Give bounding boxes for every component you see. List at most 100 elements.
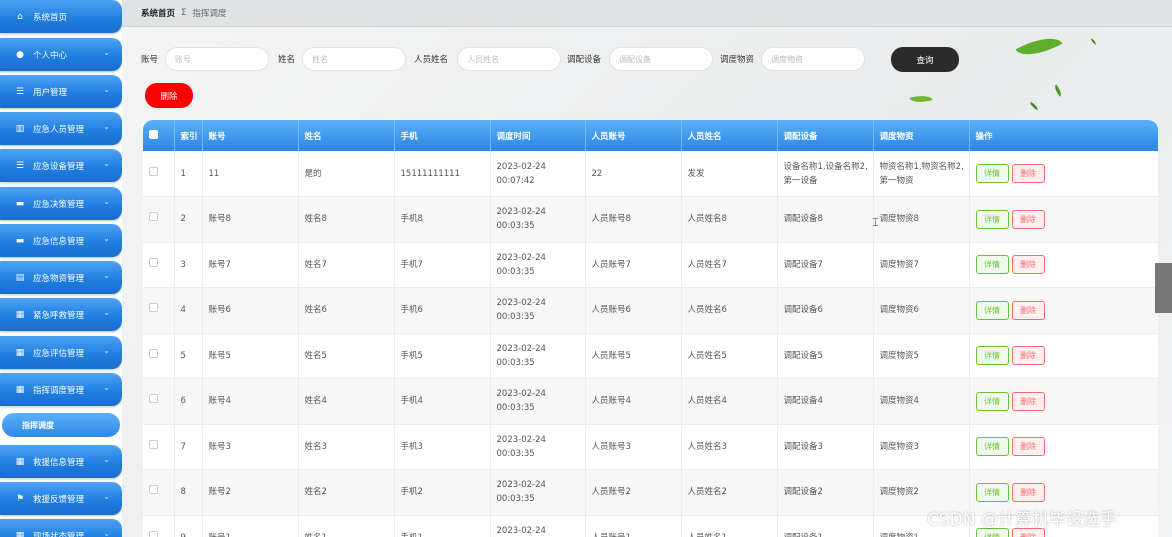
cell-index: 9	[174, 515, 203, 537]
batch-delete-button[interactable]: 删除	[145, 83, 193, 108]
row-checkbox[interactable]	[143, 378, 175, 425]
sidebar-item-8[interactable]: ▦ 紧急呼救管理 ⌄	[0, 298, 122, 331]
detail-button[interactable]: 详情	[975, 482, 1009, 502]
cell-account: 11	[202, 151, 299, 197]
home-icon: ⌂	[17, 11, 23, 22]
table-row: 2 账号8 姓名8 手机8 2023-02-24 00:03:35 人员账号8 人员姓名8 调…	[143, 196, 1158, 243]
cell-account: 账号2	[202, 469, 299, 516]
row-delete-button[interactable]: 删除	[1011, 482, 1045, 502]
cell-supplies: 调度物资4	[873, 378, 970, 425]
row-checkbox[interactable]	[143, 469, 175, 516]
cell-actions: 详情删除	[969, 196, 1158, 243]
sidebar-item-13[interactable]: ▦ 现场状态管理 ⌄	[0, 519, 122, 537]
sidebar-item-label: 应急物资管理	[33, 273, 85, 284]
row-delete-button[interactable]: 删除	[1011, 255, 1045, 275]
row-delete-button[interactable]: 删除	[1011, 391, 1045, 411]
cell-account: 账号4	[202, 378, 299, 425]
row-delete-button[interactable]: 删除	[1011, 164, 1045, 183]
sidebar-item-5[interactable]: ▬ 应急决策管理 ⌄	[0, 187, 122, 220]
col-header-phone: 手机	[394, 120, 491, 151]
detail-button[interactable]: 详情	[975, 300, 1009, 320]
chevron-down-icon: ⌄	[103, 197, 110, 206]
cell-phone: 手机3	[394, 424, 491, 470]
col-header-name: 姓名	[298, 120, 395, 151]
cell-index: 1	[174, 151, 203, 197]
cell-name: 姓名3	[298, 424, 395, 470]
sidebar-item-label: 用户管理	[33, 87, 68, 98]
sidebar-item-12[interactable]: ⚑ 救援反馈管理 ⌄	[0, 482, 122, 515]
cell-supplies: 调度物资7	[873, 242, 970, 288]
sidebar-item-3[interactable]: ▥ 应急人员管理 ⌄	[0, 112, 122, 145]
select-all-checkbox[interactable]	[143, 120, 175, 151]
chevron-down-icon: ⌄	[103, 383, 110, 392]
leaf-decoration	[1052, 84, 1064, 97]
search-label-supplies: 调度物资	[720, 55, 755, 65]
cell-name: 姓名6	[298, 287, 395, 334]
cell-dispatch-time: 2023-02-24 00:03:35	[490, 424, 586, 470]
supplies-input[interactable]	[761, 47, 865, 71]
cell-equipment: 调配设备3	[777, 424, 874, 470]
row-checkbox[interactable]	[143, 151, 175, 197]
leaf-decoration	[1028, 101, 1040, 111]
cell-index: 8	[174, 469, 203, 516]
row-checkbox[interactable]	[143, 515, 175, 537]
row-checkbox[interactable]	[143, 287, 175, 334]
breadcrumb-home[interactable]: 系统首页	[141, 7, 175, 19]
sidebar-item-11[interactable]: ▦ 救援信息管理 ⌄	[0, 445, 122, 478]
cell-equipment: 调配设备4	[777, 378, 874, 425]
row-checkbox[interactable]	[143, 242, 175, 288]
mouse-cursor-icon: ⌶	[872, 216, 879, 229]
row-delete-button[interactable]: 删除	[1011, 437, 1045, 457]
cell-actions: 详情删除	[969, 151, 1158, 197]
scrollbar-thumb[interactable]	[1155, 263, 1172, 313]
cell-dispatch-time: 2023-02-24 00:03:35	[490, 333, 586, 379]
cell-staff-account: 人员账号6	[585, 287, 682, 334]
detail-button[interactable]: 详情	[975, 255, 1009, 275]
name-input[interactable]	[302, 47, 406, 71]
sidebar-item-6[interactable]: ▬ 应急信息管理 ⌄	[0, 224, 122, 257]
cell-staff-account: 人员账号7	[585, 242, 682, 288]
row-delete-button[interactable]: 删除	[1011, 346, 1045, 366]
row-checkbox[interactable]	[143, 333, 175, 379]
watermark: CSDN @计算机毕设选手	[927, 510, 1117, 530]
list-icon: ☰	[15, 160, 25, 171]
cell-name: 是的	[298, 151, 395, 197]
detail-button[interactable]: 详情	[975, 209, 1009, 229]
sidebar-item-label: 应急决策管理	[33, 199, 85, 210]
query-button[interactable]: 查询	[891, 47, 959, 72]
cell-name: 姓名1	[298, 515, 395, 537]
staff-name-input[interactable]	[457, 47, 561, 71]
sidebar-item-4[interactable]: ☰ 应急设备管理 ⌄	[0, 149, 122, 182]
cell-equipment: 设备名称1,设备名称2,第一设备	[777, 151, 874, 197]
cell-name: 姓名8	[298, 196, 395, 243]
data-table: 索引 账号 姓名 手机 调度时间 人员账号 人员姓名 调配设备 调度物资 操作 …	[143, 120, 1158, 537]
account-input[interactable]	[165, 47, 269, 71]
row-checkbox[interactable]	[143, 196, 175, 243]
row-delete-button[interactable]: 删除	[1011, 209, 1045, 229]
sidebar-item-label: 个人中心	[33, 50, 68, 61]
detail-button[interactable]: 详情	[975, 346, 1009, 366]
cell-actions: 详情删除	[969, 424, 1158, 470]
row-checkbox[interactable]	[143, 424, 175, 470]
sidebar-item-9[interactable]: ▦ 应急评估管理 ⌄	[0, 336, 122, 369]
sidebar-item-2[interactable]: ☰ 用户管理 ⌄	[0, 75, 122, 108]
sidebar-item-label: 应急人员管理	[33, 124, 85, 135]
row-delete-button[interactable]: 删除	[1011, 300, 1045, 320]
detail-button[interactable]: 详情	[975, 437, 1009, 457]
cell-equipment: 调配设备5	[777, 333, 874, 379]
detail-button[interactable]: 详情	[975, 391, 1009, 411]
cell-staff-account: 人员账号2	[585, 469, 682, 516]
sidebar-item-1[interactable]: ● 个人中心 ⌄	[0, 38, 122, 71]
cell-dispatch-time: 2023-02-24 00:03:35	[490, 287, 586, 334]
cell-index: 2	[174, 196, 203, 243]
sidebar-item-0[interactable]: ⌂ 系统首页	[0, 0, 122, 33]
sidebar-item-10[interactable]: ▦ 指挥调度管理 ⌄	[0, 373, 122, 406]
col-header-supplies: 调度物资	[873, 120, 970, 151]
sidebar-item-7[interactable]: ▤ 应急物资管理 ⌄	[0, 261, 122, 294]
user-icon: ●	[16, 49, 24, 60]
col-header-dispatch-time: 调度时间	[490, 120, 586, 151]
sidebar-subitem-dispatch[interactable]: 指挥调度	[2, 413, 120, 437]
cell-account: 账号6	[202, 287, 299, 334]
equipment-input[interactable]	[609, 47, 713, 71]
detail-button[interactable]: 详情	[975, 164, 1009, 183]
